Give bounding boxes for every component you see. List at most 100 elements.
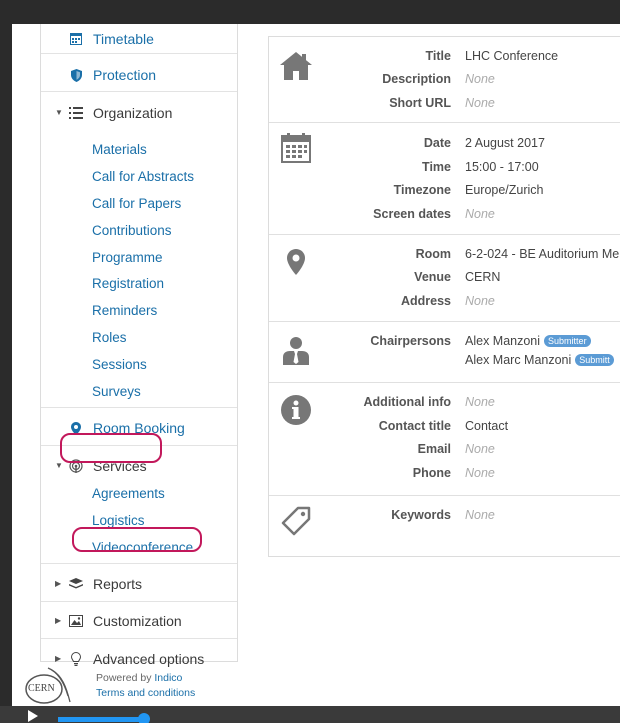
divider xyxy=(41,407,237,408)
section-location: Room 6-2-024 - BE Auditorium Me Venue CE… xyxy=(269,235,620,322)
image-icon xyxy=(67,615,85,627)
sidebar-subitem-surveys[interactable]: Surveys xyxy=(92,384,141,399)
field-value: 15:00 - 17:00 xyxy=(465,160,539,174)
video-scrubber-handle[interactable] xyxy=(138,713,150,723)
house-icon xyxy=(279,49,313,83)
caret-down-icon[interactable]: ▼ xyxy=(55,108,63,117)
field-label: Chairpersons xyxy=(370,334,451,348)
layers-icon xyxy=(67,578,85,590)
sidebar-subitem-call-for-papers[interactable]: Call for Papers xyxy=(92,196,181,211)
calendar-grid-icon xyxy=(67,33,85,45)
field-value: CERN xyxy=(465,270,501,284)
sidebar-item-customization[interactable]: Customization xyxy=(67,610,263,632)
sidebar-subitem-programme[interactable]: Programme xyxy=(92,250,163,265)
field-value: None xyxy=(465,508,495,522)
highlight-videoconference xyxy=(72,527,202,552)
field-label: Date xyxy=(423,136,451,150)
field-value: LHC Conference xyxy=(465,49,559,63)
field-label: Contact title xyxy=(378,419,451,433)
sidebar-item-protection[interactable]: Protection xyxy=(67,64,263,86)
section-dates: Date 2 August 2017 Time 15:00 - 17:00 Ti… xyxy=(269,123,620,235)
sidebar-subitem-call-for-abstracts[interactable]: Call for Abstracts xyxy=(92,169,194,184)
chairperson-name: Alex Marc Manzoni xyxy=(465,353,572,367)
chairperson-name: Alex Manzoni xyxy=(465,334,541,348)
sidebar-item-organization[interactable]: Organization xyxy=(67,102,263,124)
field-label: Email xyxy=(417,442,451,456)
field-value: None xyxy=(465,294,495,308)
terms-container: Terms and conditions xyxy=(96,687,195,699)
caret-down-icon[interactable]: ▼ xyxy=(55,461,63,470)
field-label: Time xyxy=(422,160,451,174)
video-progress-bar[interactable] xyxy=(58,717,144,722)
sidebar-subitem-roles[interactable]: Roles xyxy=(92,330,127,345)
section-general: Title LHC Conference Description None Sh… xyxy=(269,37,620,123)
person-tie-icon xyxy=(279,334,313,368)
powered-by: Powered by Indico xyxy=(96,672,182,684)
map-pin-icon xyxy=(279,245,313,279)
field-label: Venue xyxy=(414,270,451,284)
sidebar-item-advanced-options[interactable]: Advanced options xyxy=(67,648,263,670)
cern-logo-text: CERN xyxy=(28,683,55,694)
submitter-badge: Submitt xyxy=(575,354,614,366)
lightbulb-icon xyxy=(67,652,85,666)
window-frame-top xyxy=(0,0,620,24)
caret-right-icon[interactable]: ▶ xyxy=(55,616,61,625)
highlight-services xyxy=(60,433,162,463)
tag-icon xyxy=(279,504,313,538)
calendar-icon xyxy=(279,131,313,165)
divider xyxy=(41,91,237,92)
field-label: Timezone xyxy=(393,183,451,197)
sidebar-item-timetable[interactable]: Timetable xyxy=(67,28,263,50)
sidebar-subitem-sessions[interactable]: Sessions xyxy=(92,357,147,372)
page: Timetable Protection ▼ Organization Mate… xyxy=(12,24,620,706)
divider xyxy=(41,638,237,639)
caret-right-icon[interactable]: ▶ xyxy=(55,654,61,663)
chairperson-entry: Alex Manzoni Submitter xyxy=(465,334,591,348)
chairperson-entry: Alex Marc Manzoni Submitt xyxy=(465,353,614,367)
field-value: None xyxy=(465,72,495,86)
divider xyxy=(41,601,237,602)
section-keywords: Keywords None xyxy=(269,496,620,556)
field-value: None xyxy=(465,395,495,409)
sidebar-item-label: Organization xyxy=(93,105,173,121)
terms-link[interactable]: Terms and conditions xyxy=(96,687,195,699)
sidebar-subitem-materials[interactable]: Materials xyxy=(92,142,147,157)
sidebar-subitem-agreements[interactable]: Agreements xyxy=(92,486,165,501)
sidebar-subitem-contributions[interactable]: Contributions xyxy=(92,223,172,238)
divider xyxy=(41,563,237,564)
sidebar-item-label: Timetable xyxy=(93,31,154,47)
cern-logo: CERN xyxy=(24,666,74,706)
field-label: Room xyxy=(415,247,451,261)
field-value: None xyxy=(465,207,495,221)
sidebar-subitem-logistics[interactable]: Logistics xyxy=(92,513,145,528)
field-value: 2 August 2017 xyxy=(465,136,545,150)
sidebar-item-reports[interactable]: Reports xyxy=(67,573,263,595)
powered-by-text: Powered by xyxy=(96,672,155,684)
field-label: Additional info xyxy=(363,395,451,409)
window-frame-left xyxy=(0,0,12,723)
section-chairpersons: Chairpersons Alex Manzoni Submitter Alex … xyxy=(269,322,620,383)
play-icon[interactable] xyxy=(28,710,38,722)
event-details-panel: Title LHC Conference Description None Sh… xyxy=(268,36,620,557)
indico-link[interactable]: Indico xyxy=(154,672,182,684)
sidebar-subitem-reminders[interactable]: Reminders xyxy=(92,303,157,318)
sidebar-item-label: Protection xyxy=(93,67,157,83)
submitter-badge: Submitter xyxy=(544,335,591,347)
field-label: Description xyxy=(382,72,451,86)
sidebar-item-label: Reports xyxy=(93,576,143,592)
info-icon xyxy=(279,393,313,427)
sidebar-item-label: Customization xyxy=(93,613,182,629)
field-label: Keywords xyxy=(391,508,451,522)
sidebar-subitem-registration[interactable]: Registration xyxy=(92,276,164,291)
divider xyxy=(41,53,237,54)
list-icon xyxy=(67,107,85,119)
sidebar-item-label: Advanced options xyxy=(93,651,205,667)
field-value: Europe/Zurich xyxy=(465,183,544,197)
field-label: Screen dates xyxy=(373,207,451,221)
shield-icon xyxy=(67,68,85,82)
section-contact: Additional info None Contact title Conta… xyxy=(269,383,620,496)
field-value: None xyxy=(465,96,495,110)
field-value: None xyxy=(465,442,495,456)
field-value: 6-2-024 - BE Auditorium Me xyxy=(465,247,620,261)
caret-right-icon[interactable]: ▶ xyxy=(55,579,61,588)
